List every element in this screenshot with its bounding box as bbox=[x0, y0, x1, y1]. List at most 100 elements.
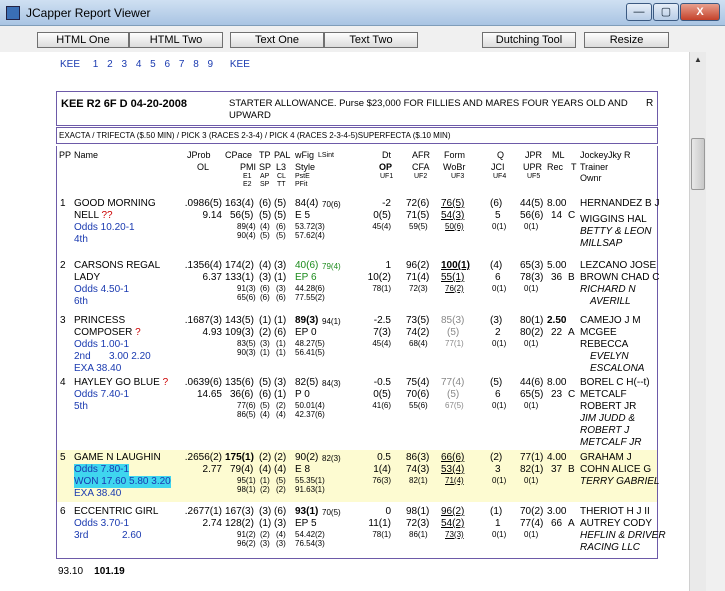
race-link-8[interactable]: 8 bbox=[193, 59, 199, 70]
jprob: .2656(2) bbox=[184, 452, 222, 463]
header-uf1: UF1 bbox=[380, 173, 394, 180]
text-two-button[interactable]: Text Two bbox=[324, 32, 418, 48]
header-afr: AFR bbox=[412, 150, 430, 160]
exacta-payout: EXA 38.40 bbox=[74, 488, 122, 499]
uf4: 0(1) bbox=[492, 530, 507, 539]
uf4: 0(1) bbox=[492, 476, 507, 485]
odds: Odds 4.50-1 bbox=[74, 284, 130, 295]
header-sp2: SP bbox=[260, 181, 270, 188]
race-link-4[interactable]: 4 bbox=[136, 59, 142, 70]
form: 76(5) bbox=[441, 198, 465, 209]
track-nav: KEE 1 2 3 4 5 6 7 8 9 KEE bbox=[60, 59, 256, 70]
horse-name: HAYLEY GO BLUE ? bbox=[74, 377, 168, 389]
sp: (2) bbox=[259, 327, 272, 338]
horse-name: PRINCESS bbox=[74, 315, 126, 326]
left-margin bbox=[0, 52, 40, 591]
close-button[interactable]: X bbox=[680, 3, 720, 21]
style: EP 6 bbox=[295, 272, 317, 283]
wfig: 84(4) bbox=[295, 198, 319, 209]
jprob: .1356(4) bbox=[184, 260, 222, 271]
race-header: KEE R2 6F D 04-20-2008 STARTER ALLOWANCE… bbox=[56, 91, 658, 126]
upr: 78(3) bbox=[520, 272, 544, 283]
tt: (2) bbox=[276, 485, 286, 494]
race-link-6[interactable]: 6 bbox=[165, 59, 171, 70]
tp: (6) bbox=[259, 198, 272, 209]
owner: JIM JUDD & bbox=[580, 413, 635, 424]
html-two-button[interactable]: HTML Two bbox=[129, 32, 223, 48]
header-e1: E1 bbox=[243, 173, 252, 180]
form: 77(4) bbox=[441, 377, 465, 388]
header-ml: ML bbox=[552, 150, 565, 160]
cfa: 71(4) bbox=[406, 272, 430, 283]
uf1: 45(4) bbox=[372, 339, 391, 348]
scroll-up-arrow-icon[interactable]: ▲ bbox=[690, 52, 706, 68]
race-link-2[interactable]: 2 bbox=[107, 59, 113, 70]
race-link-3[interactable]: 3 bbox=[121, 59, 127, 70]
uf3: 71(4) bbox=[445, 476, 464, 485]
finish: WON 17.60 5.80 3.20 bbox=[74, 476, 171, 488]
race-link-9[interactable]: 9 bbox=[208, 59, 214, 70]
header-owner: Ownr bbox=[580, 173, 602, 183]
finish: 5th bbox=[74, 401, 88, 412]
e2: 86(5) bbox=[237, 410, 256, 419]
text-one-button[interactable]: Text One bbox=[230, 32, 324, 48]
ol: 2.74 bbox=[202, 518, 222, 529]
afr: 98(1) bbox=[406, 506, 430, 517]
race-link-7[interactable]: 7 bbox=[179, 59, 185, 70]
tt: (3) bbox=[276, 539, 286, 548]
vertical-scrollbar[interactable]: ▲ bbox=[689, 52, 706, 591]
tier: A bbox=[568, 327, 575, 338]
html-one-button[interactable]: HTML One bbox=[37, 32, 129, 48]
jockey: BOREL C H(--t) bbox=[580, 377, 650, 388]
horse-name-cont: NELL bbox=[74, 210, 99, 221]
cfa: 70(6) bbox=[406, 389, 430, 400]
minimize-button[interactable]: — bbox=[626, 3, 652, 21]
uf1: 76(3) bbox=[372, 476, 391, 485]
cl: (3) bbox=[276, 284, 286, 293]
header-trainer: Trainer bbox=[580, 162, 609, 172]
track-link-end[interactable]: KEE bbox=[230, 59, 250, 70]
lsint: 79(4) bbox=[322, 262, 341, 271]
pmi: 109(3) bbox=[225, 327, 254, 338]
jpr: 80(1) bbox=[520, 315, 544, 326]
header-lsint: LSint bbox=[318, 152, 334, 159]
sp: (4) bbox=[259, 464, 272, 475]
upr: 65(5) bbox=[520, 389, 544, 400]
ml: 3.00 bbox=[547, 506, 567, 517]
header-style: Style bbox=[295, 162, 316, 172]
rec: 14 bbox=[551, 210, 563, 221]
dutching-tool-button[interactable]: Dutching Tool bbox=[482, 32, 576, 48]
race-link-1[interactable]: 1 bbox=[93, 59, 99, 70]
maximize-button[interactable]: ▢ bbox=[653, 3, 679, 21]
e1: 83(5) bbox=[237, 339, 256, 348]
style: EP 0 bbox=[295, 327, 317, 338]
right-margin bbox=[706, 52, 725, 591]
resize-button[interactable]: Resize bbox=[584, 32, 669, 48]
e2: 65(6) bbox=[237, 293, 256, 302]
header-form: Form bbox=[444, 150, 465, 160]
table-row-winner: 5 GAME N LAUGHIN Odds 7.80-1 WON 17.60 5… bbox=[57, 450, 659, 502]
footer-value-2: 101.19 bbox=[94, 566, 125, 577]
afr: 75(4) bbox=[406, 377, 430, 388]
lsint: 94(1) bbox=[322, 317, 341, 326]
trainer: COHN ALICE G bbox=[580, 464, 652, 475]
wfig: 82(5) bbox=[295, 377, 319, 388]
jockey: THERIOT H J II bbox=[580, 506, 650, 517]
owner-line2: AVERILL bbox=[590, 296, 631, 307]
uf5: 0(1) bbox=[524, 222, 539, 231]
track-link[interactable]: KEE bbox=[60, 59, 80, 70]
ol: 9.14 bbox=[202, 210, 222, 221]
race-link-5[interactable]: 5 bbox=[150, 59, 156, 70]
cpace: 174(2) bbox=[225, 260, 254, 271]
header-cpace: CPace bbox=[225, 150, 253, 160]
l3: (4) bbox=[274, 464, 287, 475]
odds: Odds 1.00-1 bbox=[74, 339, 130, 350]
app-icon bbox=[6, 6, 20, 20]
scrollbar-thumb[interactable] bbox=[691, 138, 705, 190]
jockey: CAMEJO J M bbox=[580, 315, 641, 326]
header-uf2: UF2 bbox=[414, 173, 428, 180]
horse-name-line2: LADY bbox=[74, 272, 101, 283]
cl: (6) bbox=[276, 222, 286, 231]
dt: 0 bbox=[385, 506, 391, 517]
uf5: 0(1) bbox=[524, 530, 539, 539]
